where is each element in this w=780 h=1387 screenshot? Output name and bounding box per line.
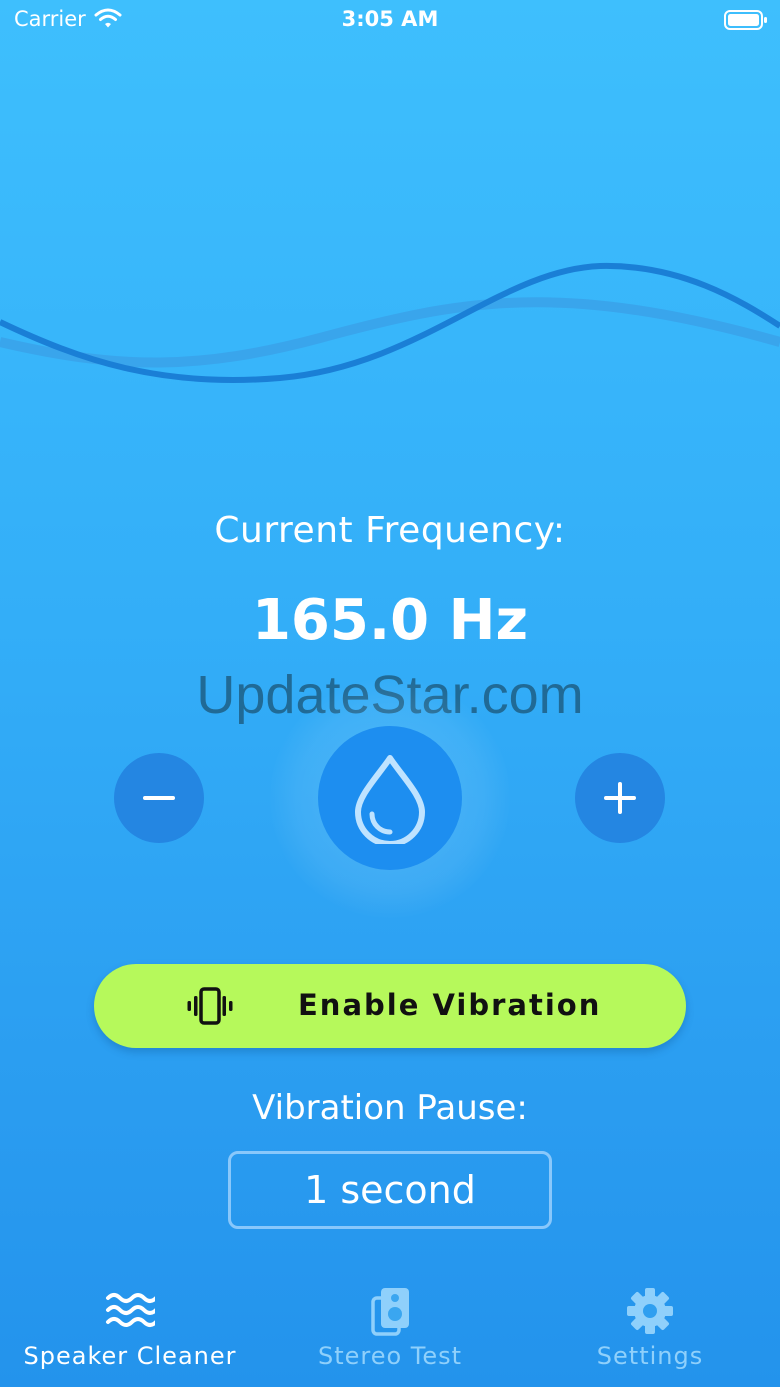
tab-bar: Speaker Cleaner Stereo Test Settings (0, 1280, 780, 1387)
water-drop-icon (355, 755, 425, 844)
tab-label: Settings (596, 1342, 704, 1370)
status-bar: Carrier 3:05 AM (0, 0, 780, 40)
tab-label: Speaker Cleaner (23, 1342, 237, 1370)
tab-settings[interactable]: Settings (520, 1280, 780, 1387)
tab-label: Stereo Test (317, 1342, 463, 1370)
minus-icon (143, 796, 175, 800)
tab-speaker-cleaner[interactable]: Speaker Cleaner (0, 1280, 260, 1387)
decrease-frequency-button[interactable] (114, 753, 204, 843)
gear-icon (627, 1288, 673, 1334)
sound-waves-graphic (0, 262, 780, 383)
frequency-label: Current Frequency: (214, 510, 566, 551)
vibration-pause-label: Vibration Pause: (252, 1088, 528, 1128)
waves-icon (106, 1293, 155, 1327)
battery-icon (724, 10, 767, 30)
start-cleaning-button[interactable] (318, 726, 462, 870)
status-time: 3:05 AM (341, 7, 439, 31)
tab-stereo-test[interactable]: Stereo Test (260, 1280, 520, 1387)
plus-icon (604, 782, 636, 814)
vibration-pause-value: 1 second (304, 1168, 476, 1212)
vibration-icon (187, 987, 233, 1025)
speaker-icon (371, 1288, 409, 1336)
frequency-value: 165.0 Hz (251, 588, 529, 653)
vibration-pause-selector[interactable]: 1 second (228, 1151, 552, 1229)
enable-vibration-label[interactable]: Enable Vibration (298, 988, 601, 1022)
increase-frequency-button[interactable] (575, 753, 665, 843)
